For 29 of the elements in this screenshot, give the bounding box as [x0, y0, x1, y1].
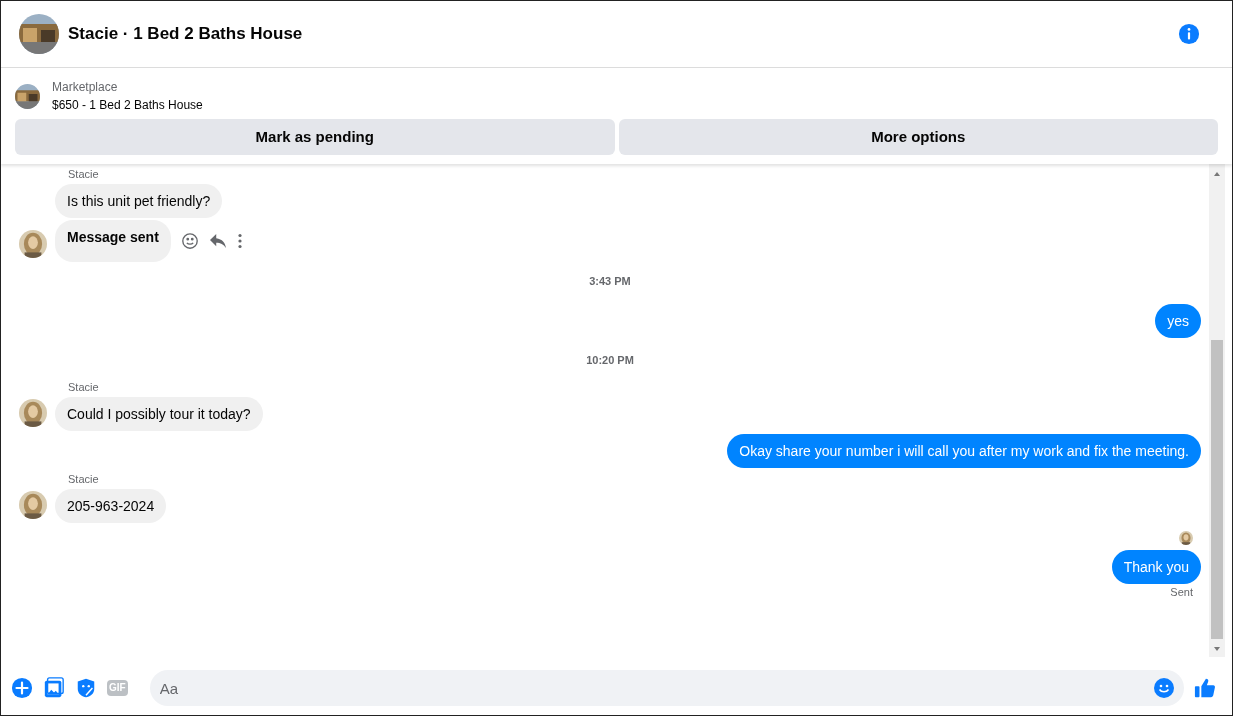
- listing-action-button[interactable]: More options: [618, 119, 1218, 155]
- timestamp: 3:43 PM: [589, 274, 631, 289]
- like-icon[interactable]: [1194, 677, 1216, 699]
- message-bubble: 205-963-2024: [55, 489, 167, 523]
- image-icon[interactable]: [43, 677, 65, 699]
- message-bubble: Okay share your number i will call you after my work and fix the meeting.: [727, 434, 1201, 468]
- message-bubble: Could I possibly tour it today?: [55, 397, 263, 431]
- more-icon[interactable]: [236, 233, 243, 249]
- emoji-icon[interactable]: [1154, 678, 1174, 698]
- add-icon[interactable]: [11, 677, 33, 699]
- reply-icon[interactable]: [208, 233, 227, 249]
- listing-title[interactable]: $650 - 1 Bed 2 Baths House: [52, 96, 203, 114]
- listing-source: Marketplace: [52, 79, 119, 96]
- conversation-title: Stacie · 1 Bed 2 Baths House: [68, 23, 303, 46]
- sender-name: Stacie: [68, 473, 100, 486]
- message-bubble: Thank you: [1111, 550, 1201, 584]
- sender-name: Stacie: [68, 381, 100, 394]
- emoji-icon[interactable]: [180, 232, 199, 250]
- timestamp: 10:20 PM: [586, 352, 634, 368]
- message-bubble: Is this unit pet friendly?: [55, 184, 223, 218]
- message-input[interactable]: Aa: [149, 670, 1184, 706]
- sticker-icon[interactable]: [75, 677, 97, 699]
- sender-name: Stacie: [68, 168, 100, 181]
- message-bubble: yes: [1155, 303, 1201, 338]
- listing-action-button[interactable]: Mark as pending: [15, 119, 615, 155]
- scrollbar[interactable]: [1209, 164, 1225, 657]
- info-icon[interactable]: [1178, 23, 1200, 45]
- delivery-status: Sent: [1170, 586, 1193, 599]
- message-bubble: Message sent: [55, 220, 171, 262]
